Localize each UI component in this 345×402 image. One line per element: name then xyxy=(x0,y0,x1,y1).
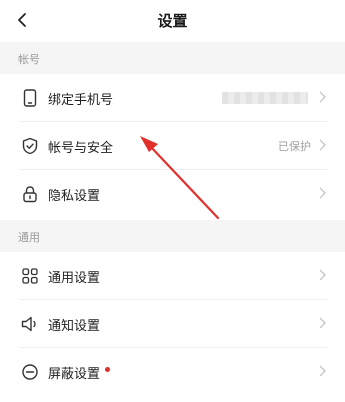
notification-dot xyxy=(105,367,110,372)
section-title-general: 通用 xyxy=(18,231,40,244)
row-label-privacy-settings: 隐私设置 xyxy=(48,189,101,204)
chevron-right-icon xyxy=(319,187,326,199)
chevron-right-icon xyxy=(319,317,326,329)
top-bar: 设置 xyxy=(0,0,345,40)
row-label-general-settings: 通用设置 xyxy=(48,271,101,286)
masked-phone-number xyxy=(222,92,308,104)
row-label-account-security: 帐号与安全 xyxy=(48,141,114,156)
minus-circle-icon xyxy=(20,362,40,382)
chevron-right-icon xyxy=(319,365,326,377)
row-bind-phone[interactable]: 绑定手机号 xyxy=(0,74,345,122)
grid-icon xyxy=(20,266,40,286)
chevron-right-icon xyxy=(319,269,326,281)
row-label-block-settings: 屏蔽设置 xyxy=(48,367,101,382)
section-title-account: 帐号 xyxy=(18,53,40,66)
section-header-general: 通用 xyxy=(0,220,345,252)
row-notification-settings[interactable]: 通知设置 xyxy=(0,300,345,348)
row-label-notification-settings: 通知设置 xyxy=(48,319,101,334)
row-block-settings[interactable]: 屏蔽设置 xyxy=(0,348,345,396)
row-privacy-settings[interactable]: 隐私设置 xyxy=(0,170,345,218)
row-account-security[interactable]: 帐号与安全 已保护 xyxy=(0,122,345,170)
security-status: 已保护 xyxy=(278,140,311,153)
phone-icon xyxy=(20,88,40,108)
shield-check-icon xyxy=(20,136,40,156)
speaker-icon xyxy=(20,314,40,334)
row-label-bind-phone: 绑定手机号 xyxy=(48,93,114,108)
chevron-right-icon xyxy=(319,91,326,103)
lock-icon xyxy=(20,184,40,204)
row-general-settings[interactable]: 通用设置 xyxy=(0,252,345,300)
section-header-account: 帐号 xyxy=(0,42,345,74)
page-title: 设置 xyxy=(157,12,188,30)
chevron-right-icon xyxy=(319,139,326,151)
